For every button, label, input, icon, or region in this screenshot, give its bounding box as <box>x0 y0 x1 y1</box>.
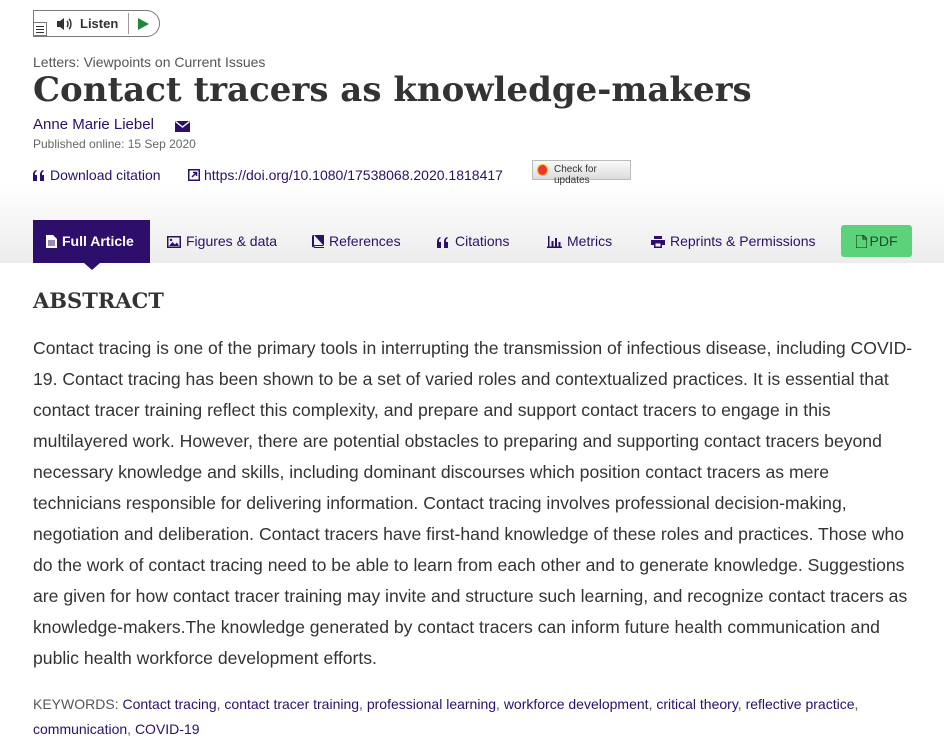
image-icon <box>167 236 181 248</box>
keyword-link[interactable]: professional learning <box>367 696 496 712</box>
tab-references[interactable]: References <box>312 220 401 263</box>
tab-reprints-permissions[interactable]: Reprints & Permissions <box>651 220 816 263</box>
listen-widget[interactable]: Listen <box>33 10 160 37</box>
print-icon <box>651 236 665 248</box>
tab-figures-data[interactable]: Figures & data <box>167 220 277 263</box>
published-date: Published online: 15 Sep 2020 <box>33 137 196 151</box>
keyword-link[interactable]: communication <box>33 721 127 737</box>
tab-metrics[interactable]: Metrics <box>547 220 612 263</box>
tab-label[interactable]: Metrics <box>567 233 612 249</box>
pdf-file-icon <box>854 234 868 249</box>
tab-label[interactable]: Reprints & Permissions <box>670 233 816 249</box>
tab-label[interactable]: Full Article <box>62 233 134 249</box>
pdf-label[interactable]: PDF <box>870 233 898 249</box>
play-icon[interactable] <box>138 18 149 30</box>
check-updates-button[interactable]: Check for updates <box>532 160 631 186</box>
pdf-button[interactable]: PDF <box>841 225 912 257</box>
check-updates-label[interactable]: Check for updates <box>554 164 630 186</box>
keyword-link[interactable]: workforce development <box>504 696 649 712</box>
keyword-link[interactable]: reflective practice <box>746 696 855 712</box>
tab-label[interactable]: Figures & data <box>186 233 277 249</box>
book-icon <box>312 235 324 248</box>
article-title: Contact tracers as knowledge-makers <box>33 70 752 110</box>
bar-chart-icon <box>547 236 562 248</box>
speaker-icon <box>56 17 74 36</box>
author-link[interactable]: Anne Marie Liebel <box>33 116 154 133</box>
tab-label[interactable]: References <box>329 233 401 249</box>
tab-label[interactable]: Citations <box>455 233 509 249</box>
listen-label[interactable]: Listen <box>80 16 118 31</box>
menu-icon[interactable] <box>33 22 47 36</box>
listen-divider <box>128 13 129 34</box>
crossmark-icon <box>537 164 548 176</box>
quote-icon <box>33 168 46 184</box>
keywords-label: KEYWORDS: <box>33 696 119 712</box>
doi-link[interactable]: https://doi.org/10.1080/17538068.2020.18… <box>188 167 503 184</box>
section-type: Letters: Viewpoints on Current Issues <box>33 54 266 70</box>
keyword-link[interactable]: COVID-19 <box>135 721 200 737</box>
keyword-link[interactable]: contact tracer training <box>224 696 359 712</box>
document-icon <box>46 235 57 248</box>
abstract-text: Contact tracing is one of the primary to… <box>33 338 913 668</box>
email-icon[interactable] <box>175 119 190 137</box>
tab-citations[interactable]: Citations <box>437 220 509 263</box>
article-tabs: Full Article Figures & data References C… <box>33 220 923 270</box>
keywords: KEYWORDS: Contact tracing, contact trace… <box>33 696 859 737</box>
quote-icon <box>437 237 448 248</box>
abstract-heading: ABSTRACT <box>33 288 164 313</box>
keyword-link[interactable]: critical theory <box>656 696 737 712</box>
keyword-link[interactable]: Contact tracing <box>122 696 216 712</box>
download-citation-link[interactable]: Download citation <box>33 167 161 184</box>
tab-full-article[interactable]: Full Article <box>33 220 150 270</box>
download-citation-label[interactable]: Download citation <box>50 167 161 183</box>
external-link-icon <box>188 168 200 184</box>
doi-label[interactable]: https://doi.org/10.1080/17538068.2020.18… <box>204 167 503 183</box>
